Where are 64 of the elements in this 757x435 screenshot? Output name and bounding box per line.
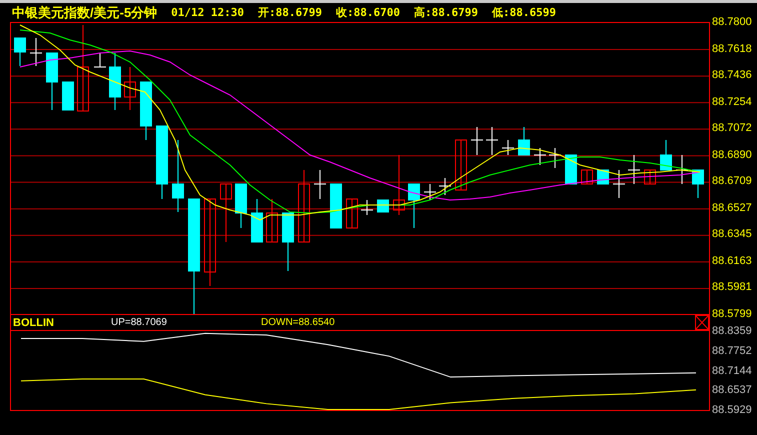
candlestick: [393, 154, 405, 216]
price-axis-label: 88.7800: [712, 16, 753, 29]
bar-time: 01/12 12:30: [171, 6, 244, 19]
candlestick: [581, 170, 593, 184]
candlestick: [266, 198, 278, 242]
candlestick: [346, 198, 358, 228]
chart-title: 中银美元指数/美元-5分钟: [12, 4, 158, 22]
candlestick: [251, 198, 263, 242]
price-axis-label: 88.7436: [712, 69, 753, 82]
price-axis-label: 88.6163: [712, 254, 753, 268]
candlestick: [377, 200, 389, 212]
price-axis-label: 88.5981: [712, 281, 753, 294]
candlestick: [612, 170, 626, 198]
price-axis-label: 88.7072: [712, 122, 753, 136]
open-price: 开:88.6799: [258, 5, 322, 20]
candlestick: [62, 82, 74, 110]
candlestick: [140, 82, 152, 140]
candlestick: [676, 154, 688, 184]
candlestick: [124, 66, 136, 110]
candlestick: [14, 38, 26, 66]
close-price: 收:88.6700: [336, 5, 400, 20]
candlestick: [548, 148, 562, 168]
candlestick: [692, 170, 704, 198]
candlestick: [360, 200, 374, 216]
indicator-axis-label: 88.6537: [712, 384, 753, 398]
price-axis-label: 88.6709: [712, 175, 753, 188]
price-axis-label: 88.6527: [712, 202, 753, 215]
candlestick: [282, 212, 294, 272]
candlestick: [408, 184, 420, 228]
indicator-axis-label: 88.7144: [712, 364, 753, 378]
candlestick: [314, 170, 326, 200]
candlestick: [235, 184, 247, 228]
indicator-axis-label: 88.7752: [712, 344, 753, 358]
candlestick: [94, 52, 106, 68]
candlestick: [109, 52, 121, 110]
candlestick: [470, 126, 484, 156]
price-axis-label: 88.5799: [712, 308, 753, 321]
candlestick: [46, 52, 58, 110]
upper-band-value: UP=88.7069: [111, 317, 168, 328]
candlestick: [438, 178, 452, 196]
low-price: 低:88.6599: [492, 5, 556, 20]
indicator-axis-label: 88.5929: [712, 404, 753, 417]
candlestick: [518, 126, 530, 156]
candlestick: [220, 184, 232, 242]
candlestick: [486, 126, 498, 156]
candlestick: [628, 154, 640, 184]
candlestick: [644, 170, 656, 184]
candlestick: [30, 38, 42, 66]
price-axis-label: 88.6890: [712, 148, 753, 162]
candlestick: [502, 140, 514, 156]
price-axis-label: 88.7618: [712, 42, 753, 56]
indicator-name: BOLLIN: [12, 316, 55, 328]
candlestick: [330, 184, 342, 228]
candlestick: [534, 148, 546, 166]
indicator-axis-label: 88.8359: [712, 325, 753, 338]
lower-band-value: DOWN=88.6540: [261, 317, 335, 328]
price-axis-label: 88.7254: [712, 96, 753, 109]
close-icon[interactable]: [695, 315, 709, 330]
candlestick: [424, 184, 436, 200]
price-axis-label: 88.6345: [712, 228, 753, 242]
candlestick: [565, 154, 577, 184]
high-price: 高:88.6799: [414, 5, 478, 20]
candlestick: [455, 140, 467, 190]
candlestick: [660, 140, 672, 170]
